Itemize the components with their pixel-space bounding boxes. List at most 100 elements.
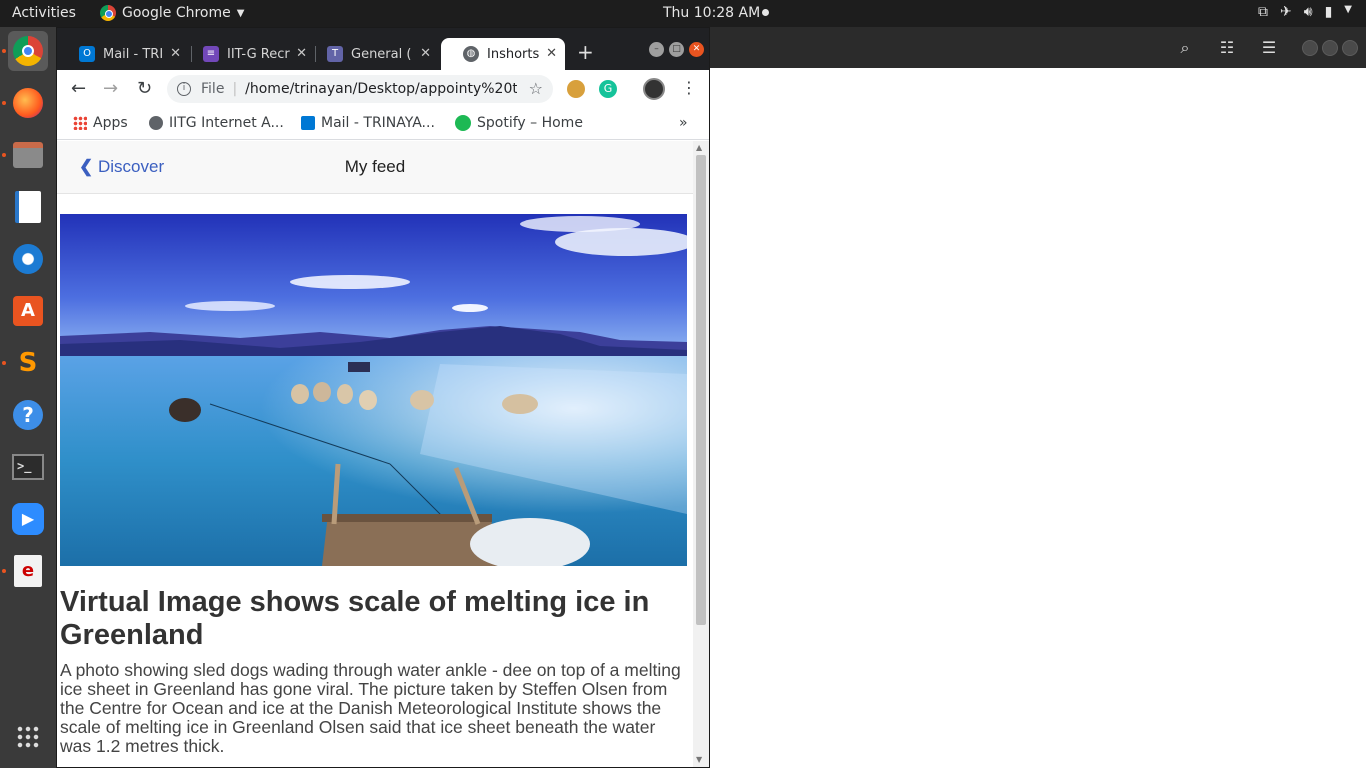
tab-iitg-recruitment[interactable]: ≡ IIT-G Recr ✕ (181, 38, 315, 70)
tab-inshorts[interactable]: ◍ Inshorts ✕ (441, 38, 565, 70)
document-viewer-icon[interactable]: e (8, 551, 48, 591)
running-indicator (2, 101, 6, 105)
dock: A S ? >_ ▶ e (0, 27, 56, 768)
bookmark-label: IITG Internet A... (169, 115, 284, 131)
forms-icon: ≡ (203, 46, 219, 62)
sublime-text-icon[interactable]: S (8, 343, 48, 383)
network-icon[interactable]: ⧉ (1258, 4, 1268, 20)
outlook-icon (301, 116, 315, 130)
bookmark-label: Mail - TRINAYA... (321, 115, 435, 131)
new-tab-button[interactable]: + (577, 40, 594, 64)
bookmark-label: Apps (93, 115, 128, 131)
background-window (710, 27, 1366, 768)
teams-icon: T (327, 46, 343, 62)
volume-icon[interactable]: 🔊︎ (1304, 4, 1313, 20)
bookmark-mail[interactable]: Mail - TRINAYA... (301, 115, 435, 131)
url-text[interactable]: /home/trinayan/Desktop/appointy%20te... (245, 81, 517, 97)
tab-label: General ( (351, 46, 412, 62)
running-indicator (2, 153, 6, 157)
app-name: Google Chrome (122, 5, 231, 21)
app-menu[interactable]: Google Chrome ▼ (100, 5, 244, 21)
article-summary: A photo showing sled dogs wading through… (60, 660, 681, 756)
forward-arrow-icon[interactable]: → (103, 78, 118, 99)
battery-icon[interactable]: ▮ (1325, 4, 1333, 20)
background-window-header: ⌕ ☷ ☰ (710, 27, 1366, 68)
tab-label: IIT-G Recr (227, 46, 290, 62)
outlook-icon: O (79, 46, 95, 62)
files-icon[interactable] (8, 135, 48, 175)
bookmark-label: Spotify – Home (477, 115, 583, 131)
notification-dot-icon (762, 9, 769, 16)
search-icon[interactable]: ⌕ (1172, 35, 1198, 61)
feed-header: ❮ Discover My feed (57, 141, 693, 194)
more-bookmarks-icon[interactable]: » (679, 115, 688, 131)
chevron-down-icon[interactable]: ▼ (1344, 4, 1352, 20)
chrome-icon (100, 5, 116, 21)
tab-general[interactable]: T General ( ✕ (305, 38, 439, 70)
bookmark-apps[interactable]: Apps (73, 115, 128, 131)
chrome-launcher-icon[interactable] (8, 31, 48, 71)
scroll-up-icon[interactable]: ▲ (696, 143, 702, 152)
thunderbird-icon[interactable] (8, 239, 48, 279)
activities-button[interactable]: Activities (12, 5, 76, 21)
back-arrow-icon[interactable]: ← (71, 78, 86, 99)
system-top-bar: Activities Google Chrome ▼ Thu 10:28 AM … (0, 0, 1366, 27)
software-center-icon[interactable]: A (8, 291, 48, 331)
close-tab-icon[interactable]: ✕ (170, 46, 181, 61)
page-content: ❮ Discover My feed Virtual Image shows s… (57, 141, 693, 767)
airplane-icon[interactable]: ✈ (1280, 4, 1292, 20)
close-tab-icon[interactable]: ✕ (420, 46, 431, 61)
zoom-icon[interactable]: ▶ (8, 499, 48, 539)
reload-icon[interactable]: ↻ (137, 78, 152, 99)
scheme-separator: | (232, 81, 238, 97)
tab-label: Inshorts (487, 46, 540, 62)
firefox-icon[interactable] (8, 83, 48, 123)
maximize-icon[interactable] (1322, 40, 1338, 56)
bookmarks-bar: Apps IITG Internet A... Mail - TRINAYA..… (57, 108, 709, 140)
article-headline[interactable]: Virtual Image shows scale of melting ice… (60, 586, 690, 652)
tab-strip: O Mail - TRI ✕ ≡ IIT-G Recr ✕ T General … (57, 28, 709, 70)
browser-toolbar: ← → ↻ i File | /home/trinayan/Desktop/ap… (57, 70, 709, 108)
address-bar[interactable]: i File | /home/trinayan/Desktop/appointy… (167, 75, 553, 103)
globe-icon (149, 116, 163, 130)
chevron-down-icon: ▼ (236, 7, 245, 19)
running-indicator (2, 361, 6, 365)
apps-grid-icon (73, 116, 87, 130)
close-tab-icon[interactable]: ✕ (546, 46, 557, 61)
bookmark-spotify[interactable]: Spotify – Home (455, 115, 583, 131)
minimize-icon[interactable] (1302, 40, 1318, 56)
grammarly-icon[interactable]: G (599, 80, 617, 98)
running-indicator (2, 49, 6, 53)
terminal-icon[interactable]: >_ (8, 447, 48, 487)
close-icon[interactable]: ✕ (689, 42, 704, 57)
minimize-icon[interactable]: – (649, 42, 664, 57)
avatar[interactable] (643, 78, 665, 100)
tab-mail[interactable]: O Mail - TRI ✕ (57, 38, 189, 70)
spotify-icon (455, 115, 471, 131)
clock[interactable]: Thu 10:28 AM (663, 5, 760, 21)
chrome-window: O Mail - TRI ✕ ≡ IIT-G Recr ✕ T General … (56, 27, 710, 768)
maximize-icon[interactable]: □ (669, 42, 684, 57)
info-icon[interactable]: i (177, 82, 191, 96)
scheme-label: File (201, 81, 225, 97)
writer-icon[interactable] (8, 187, 48, 227)
scrollbar[interactable]: ▲ ▼ (693, 141, 709, 767)
sled-dogs-photo (60, 214, 687, 566)
menu-icon[interactable]: ☰ (1256, 35, 1282, 61)
system-tray[interactable]: ⧉ ✈ 🔊︎ ▮ ▼ (1258, 4, 1352, 20)
bookmark-iitg-internet[interactable]: IITG Internet A... (149, 115, 284, 131)
tab-label: Mail - TRI (103, 46, 164, 62)
view-toggle-icon[interactable]: ☷ (1214, 35, 1240, 61)
close-icon[interactable] (1342, 40, 1358, 56)
globe-icon: ◍ (463, 46, 479, 62)
running-indicator (2, 569, 6, 573)
help-icon[interactable]: ? (8, 395, 48, 435)
cookie-extension-icon[interactable] (567, 80, 585, 98)
star-icon[interactable]: ☆ (529, 79, 543, 98)
page-title: My feed (344, 157, 406, 176)
scrollbar-thumb[interactable] (696, 155, 706, 625)
kebab-menu-icon[interactable]: ⋮ (681, 78, 697, 97)
scroll-down-icon[interactable]: ▼ (696, 755, 702, 764)
article-image[interactable] (60, 214, 687, 566)
show-applications-icon[interactable] (8, 717, 48, 757)
